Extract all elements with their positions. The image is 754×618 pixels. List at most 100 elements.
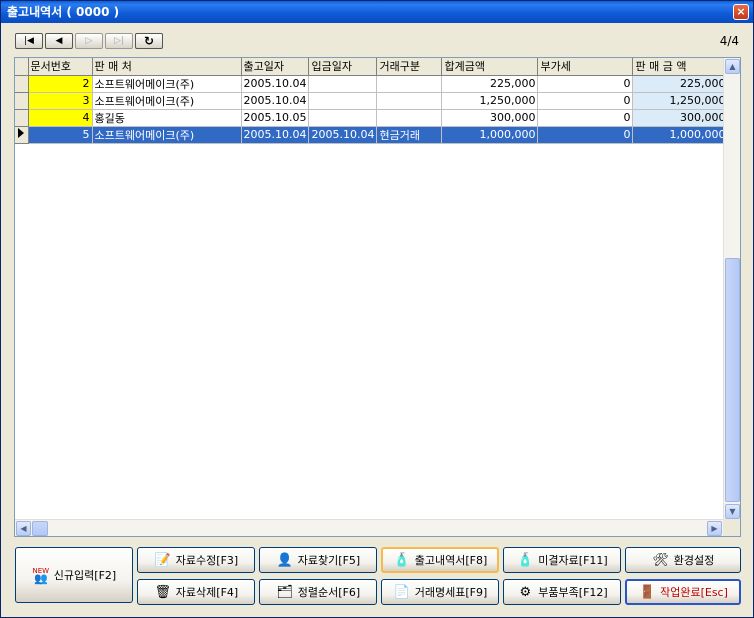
invoice-label: 거래명세표[F9]	[414, 586, 488, 599]
jar-icon: 🧴	[393, 552, 410, 568]
cell-total: 300,000	[441, 109, 539, 127]
cell-total: 1,000,000	[441, 126, 539, 144]
vertical-scrollbar[interactable]: ▲ ▼	[723, 58, 740, 520]
settings-button[interactable]: 🛠 환경설정	[625, 547, 741, 573]
sort-button[interactable]: 🗂 정렬순서[F6]	[259, 579, 377, 605]
edit-button[interactable]: 📝 자료수정[F3]	[137, 547, 255, 573]
row-indicator-header	[15, 58, 29, 76]
scroll-right-icon[interactable]: ▶	[707, 521, 722, 536]
cell-vendor: 소프트웨어메이크(주)	[92, 92, 242, 110]
col-vendor[interactable]: 판 매 처	[92, 58, 242, 76]
col-total[interactable]: 합계금액	[441, 58, 539, 76]
done-button[interactable]: 🚪 작업완료[Esc]	[625, 579, 741, 605]
cell-vat: 0	[537, 75, 634, 93]
col-sale[interactable]: 판 매 금 액	[632, 58, 729, 76]
horizontal-scroll-thumb[interactable]	[32, 521, 48, 536]
shipment-history-window: 출고내역서 ( 0000 ) × |◀ ◀ ▷ ▷| ↻ 4/4 문서번호 판 …	[0, 0, 754, 618]
horizontal-scrollbar[interactable]: ◀ ▶	[15, 519, 723, 536]
unsettled-button[interactable]: 🧴 미결자료[F11]	[503, 547, 621, 573]
header-row: 문서번호 판 매 처 출고일자 입금일자 거래구분 합계금액 부가세 판 매 금…	[15, 58, 729, 76]
table-row[interactable]: 3 소프트웨어메이크(주) 2005.10.04 1,250,000 0 1,2…	[15, 92, 729, 110]
page-count: 4/4	[719, 34, 739, 48]
row-indicator	[15, 109, 29, 127]
cell-vendor: 소프트웨어메이크(주)	[92, 126, 242, 144]
cell-vendor: 소프트웨어메이크(주)	[92, 75, 242, 93]
shipment-grid[interactable]: 문서번호 판 매 처 출고일자 입금일자 거래구분 합계금액 부가세 판 매 금…	[14, 57, 741, 537]
cell-doc-no: 4	[28, 109, 93, 127]
table-row[interactable]: 2 소프트웨어메이크(주) 2005.10.04 225,000 0 225,0…	[15, 75, 729, 93]
col-vat[interactable]: 부가세	[537, 58, 634, 76]
delete-button[interactable]: 🗑 자료삭제[F4]	[137, 579, 255, 605]
col-doc-no[interactable]: 문서번호	[28, 58, 93, 76]
cell-sale: 225,000	[632, 75, 729, 93]
scrollbar-corner	[723, 519, 740, 536]
shipment-table: 문서번호 판 매 처 출고일자 입금일자 거래구분 합계금액 부가세 판 매 금…	[15, 58, 729, 144]
col-ship-date[interactable]: 출고일자	[241, 58, 310, 76]
last-record-button[interactable]: ▷|	[105, 33, 133, 49]
cell-sale: 300,000	[632, 109, 729, 127]
sort-icon: 🗂	[276, 584, 294, 600]
next-record-button[interactable]: ▷	[75, 33, 103, 49]
cell-type	[376, 109, 443, 127]
row-indicator	[15, 92, 29, 110]
title-bar: 출고내역서 ( 0000 ) ×	[1, 1, 753, 23]
refresh-button[interactable]: ↻	[135, 33, 163, 49]
record-navigator: |◀ ◀ ▷ ▷| ↻	[15, 33, 163, 51]
vertical-scroll-thumb[interactable]	[725, 258, 740, 502]
unsettled-label: 미결자료[F11]	[538, 554, 608, 567]
close-button[interactable]: ×	[733, 4, 749, 20]
scroll-down-icon[interactable]: ▼	[725, 504, 740, 519]
trash-icon: 🗑	[154, 584, 172, 600]
scroll-left-icon[interactable]: ◀	[16, 521, 31, 536]
search-button[interactable]: 👤 자료찾기[F5]	[259, 547, 377, 573]
cell-sale: 1,250,000	[632, 92, 729, 110]
cell-total: 225,000	[441, 75, 539, 93]
col-pay-date[interactable]: 입금일자	[308, 58, 378, 76]
cell-doc-no: 3	[28, 92, 93, 110]
cell-ship-date: 2005.10.04	[241, 92, 310, 110]
cell-doc-no: 5	[28, 126, 93, 144]
cell-ship-date: 2005.10.04	[241, 126, 310, 144]
shipment-report-button[interactable]: 🧴 출고내역서[F8]	[381, 547, 499, 573]
done-label: 작업완료[Esc]	[660, 586, 728, 599]
delete-label: 자료삭제[F4]	[175, 586, 239, 599]
settings-label: 환경설정	[673, 554, 715, 567]
edit-record-icon: 📝	[154, 552, 171, 568]
document-icon: 📄	[393, 584, 410, 600]
edit-label: 자료수정[F3]	[175, 554, 239, 567]
parts-icon: ⚙	[519, 584, 532, 600]
cell-pay-date	[308, 75, 378, 93]
cell-ship-date: 2005.10.04	[241, 75, 310, 93]
user-search-icon: 👤	[276, 552, 293, 568]
cell-vendor: 홍길동	[92, 109, 242, 127]
parts-shortage-label: 부품부족[F12]	[538, 586, 608, 599]
cell-ship-date: 2005.10.05	[241, 109, 310, 127]
cell-vat: 0	[537, 126, 634, 144]
bottle-icon: 🧴	[517, 552, 534, 568]
shipment-report-label: 출고내역서[F8]	[414, 554, 488, 567]
col-type[interactable]: 거래구분	[376, 58, 443, 76]
prev-record-button[interactable]: ◀	[45, 33, 73, 49]
first-record-button[interactable]: |◀	[15, 33, 43, 49]
current-row-indicator	[15, 126, 29, 144]
cell-type: 현금거래	[376, 126, 443, 144]
cell-doc-no: 2	[28, 75, 93, 93]
new-users-icon: NEW 👥	[32, 567, 50, 585]
cell-type	[376, 75, 443, 93]
scroll-up-icon[interactable]: ▲	[725, 59, 740, 74]
cell-vat: 0	[537, 109, 634, 127]
cell-sale: 1,000,000	[632, 126, 729, 144]
parts-shortage-button[interactable]: ⚙ 부품부족[F12]	[503, 579, 621, 605]
new-entry-label: 신규입력[F2]	[53, 569, 117, 582]
cell-pay-date: 2005.10.04	[308, 126, 378, 144]
table-row[interactable]: 4 홍길동 2005.10.05 300,000 0 300,000	[15, 109, 729, 127]
invoice-button[interactable]: 📄 거래명세표[F9]	[381, 579, 499, 605]
table-row-selected[interactable]: 5 소프트웨어메이크(주) 2005.10.04 2005.10.04 현금거래…	[15, 126, 729, 144]
sort-label: 정렬순서[F6]	[297, 586, 361, 599]
window-title: 출고내역서 ( 0000 )	[7, 5, 120, 19]
cell-total: 1,250,000	[441, 92, 539, 110]
search-label: 자료찾기[F5]	[297, 554, 361, 567]
new-entry-button[interactable]: NEW 👥 신규입력[F2]	[15, 547, 133, 603]
cell-pay-date	[308, 92, 378, 110]
row-indicator	[15, 75, 29, 93]
